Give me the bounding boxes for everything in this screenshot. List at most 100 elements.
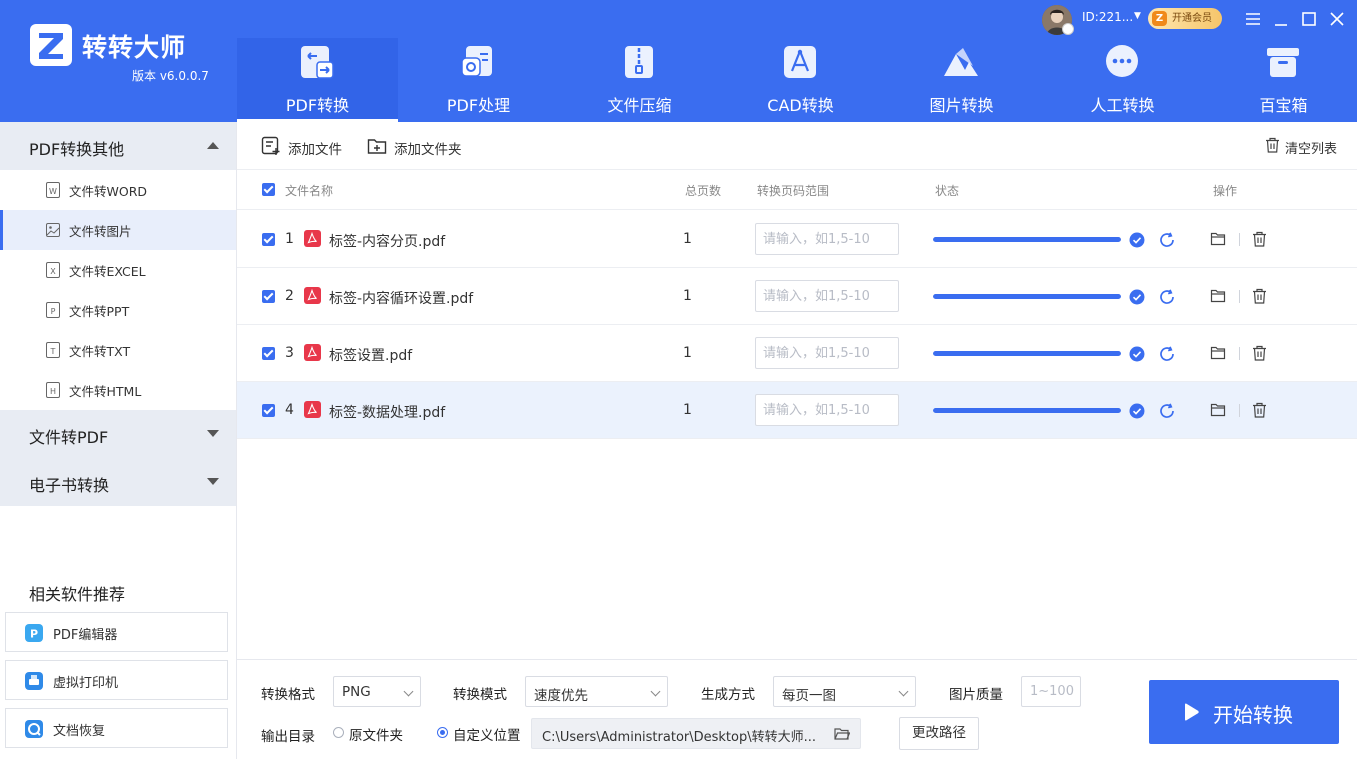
radio-custom-location[interactable]: 自定义位置 (437, 723, 529, 744)
table-row[interactable]: 1 标签-内容分页.pdf 1 (237, 211, 1357, 268)
progress-fill (933, 351, 1121, 356)
row-total-pages: 1 (683, 402, 692, 418)
recovery-icon (25, 720, 43, 738)
svg-text:H: H (50, 387, 56, 396)
open-folder-icon[interactable] (1210, 231, 1226, 247)
refresh-icon[interactable] (1158, 345, 1176, 363)
nav-pdf-convert[interactable]: PDF转换 (237, 38, 398, 122)
nav-image-convert[interactable]: 图片转换 (881, 38, 1042, 122)
mode-select[interactable]: 速度优先 (525, 676, 668, 707)
nav-label: PDF转换 (285, 96, 350, 115)
chevron-down-icon (207, 478, 219, 485)
app-header: 转转大师 版本 v6.0.0.7 PDF转换 PDF处理 文件压缩 CAD转换 … (0, 0, 1357, 122)
start-convert-label: 开始转换 (1213, 703, 1293, 727)
row-checkbox[interactable] (262, 404, 275, 417)
refresh-icon[interactable] (1158, 288, 1176, 306)
svg-text:W: W (49, 187, 57, 196)
change-path-button[interactable]: 更改路径 (899, 717, 979, 750)
radio-original-label: 原文件夹 (349, 728, 403, 744)
pdf-editor-icon: P (25, 624, 43, 642)
table-row[interactable]: 2 标签-内容循环设置.pdf 1 (237, 268, 1357, 325)
table-row[interactable]: 3 标签设置.pdf 1 (237, 325, 1357, 382)
sidebar-item-label: 文件转EXCEL (69, 264, 146, 279)
nav-label: 百宝箱 (1259, 96, 1308, 115)
sidebar-item-to-word[interactable]: W 文件转WORD (0, 170, 236, 210)
nav-toolbox[interactable]: 百宝箱 (1203, 38, 1357, 122)
nav-manual-convert[interactable]: 人工转换 (1042, 38, 1203, 122)
refresh-icon[interactable] (1158, 231, 1176, 249)
open-folder-icon[interactable] (1210, 345, 1226, 361)
action-divider (1239, 404, 1240, 417)
sidebar-item-label: 文件转WORD (69, 184, 148, 199)
quality-input[interactable] (1021, 676, 1081, 707)
add-file-label: 添加文件 (288, 142, 342, 158)
svg-text:X: X (50, 267, 56, 276)
sidebar-item-to-txt[interactable]: T 文件转TXT (0, 330, 236, 370)
vip-button[interactable]: Z 开通会员 (1148, 8, 1222, 29)
recommend-doc-recovery[interactable]: 文档恢复 (5, 708, 228, 748)
row-checkbox[interactable] (262, 233, 275, 246)
sidebar-group-pdf-other[interactable]: PDF转换其他 (0, 122, 236, 170)
clear-list-button[interactable]: 清空列表 (1265, 137, 1345, 157)
app-version: 版本 v6.0.0.7 (132, 69, 209, 83)
table-header: 文件名称 总页数 转换页码范围 状态 操作 (237, 170, 1357, 210)
trash-icon[interactable] (1252, 288, 1267, 304)
main-panel: 添加文件 添加文件夹 清空列表 文件名称 总页数 转换页码范围 状态 操作 1 标… (237, 122, 1357, 659)
refresh-icon[interactable] (1158, 402, 1176, 420)
row-checkbox[interactable] (262, 290, 275, 303)
trash-icon[interactable] (1252, 402, 1267, 418)
close-icon[interactable] (1327, 9, 1347, 29)
radio-original-folder[interactable]: 原文件夹 (333, 723, 413, 744)
maximize-icon[interactable] (1299, 9, 1319, 29)
format-label: 转换格式 (261, 687, 315, 703)
start-convert-button[interactable]: 开始转换 (1149, 680, 1339, 744)
sidebar-item-label: 文件转TXT (69, 344, 131, 359)
pdf-file-icon (304, 401, 321, 418)
gen-select[interactable]: 每页一图 (773, 676, 916, 707)
sidebar-group-ebook[interactable]: 电子书转换 (0, 458, 236, 506)
recommend-virtual-printer[interactable]: 虚拟打印机 (5, 660, 228, 700)
row-checkbox[interactable] (262, 347, 275, 360)
sidebar-item-to-ppt[interactable]: P 文件转PPT (0, 290, 236, 330)
zip-icon (625, 46, 653, 78)
open-folder-icon[interactable] (1210, 402, 1226, 418)
progress-fill (933, 237, 1121, 242)
select-all-checkbox[interactable] (262, 183, 275, 196)
sidebar-group-to-pdf[interactable]: 文件转PDF (0, 410, 236, 458)
table-row[interactable]: 4 标签-数据处理.pdf 1 (237, 382, 1357, 439)
col-file-name: 文件名称 (285, 184, 334, 198)
trash-icon[interactable] (1252, 345, 1267, 361)
nav-pdf-process[interactable]: PDF处理 (398, 38, 559, 122)
recommend-pdf-editor[interactable]: P PDF编辑器 (5, 612, 228, 652)
svg-text:P: P (51, 307, 56, 316)
recommend-label: 文档恢复 (53, 724, 106, 739)
menu-icon[interactable] (1243, 9, 1263, 29)
add-file-icon (261, 136, 280, 155)
page-range-input[interactable] (755, 337, 899, 369)
check-circle-icon (1129, 289, 1145, 305)
vip-z-icon: Z (1152, 11, 1167, 26)
trash-icon[interactable] (1252, 231, 1267, 247)
nav-file-compress[interactable]: 文件压缩 (559, 38, 720, 122)
radio-custom-label: 自定义位置 (453, 728, 521, 744)
open-folder-icon[interactable] (1210, 288, 1226, 304)
quality-label: 图片质量 (949, 687, 1003, 703)
sidebar: PDF转换其他 W 文件转WORD 文件转图片 X 文件转EXCEL P 文件转… (0, 122, 237, 759)
user-dropdown-icon[interactable]: ▼ (1134, 11, 1141, 21)
open-folder-icon[interactable] (834, 726, 850, 742)
toolbox-icon (1267, 48, 1299, 77)
sidebar-item-to-image[interactable]: 文件转图片 (0, 210, 236, 250)
output-path-field[interactable]: C:\Users\Administrator\Desktop\转转大师... (531, 718, 861, 749)
page-range-input[interactable] (755, 280, 899, 312)
sidebar-item-to-html[interactable]: H 文件转HTML (0, 370, 236, 410)
page-range-input[interactable] (755, 223, 899, 255)
page-range-input[interactable] (755, 394, 899, 426)
format-select[interactable]: PNG (333, 676, 421, 707)
sidebar-item-to-excel[interactable]: X 文件转EXCEL (0, 250, 236, 290)
minimize-icon[interactable] (1271, 9, 1291, 29)
user-id[interactable]: ID:221... (1082, 10, 1133, 24)
sidebar-item-label: 文件转图片 (69, 224, 132, 239)
progress-bar (933, 408, 1121, 413)
nav-cad-convert[interactable]: CAD转换 (720, 38, 881, 122)
chevron-up-icon (207, 142, 219, 149)
